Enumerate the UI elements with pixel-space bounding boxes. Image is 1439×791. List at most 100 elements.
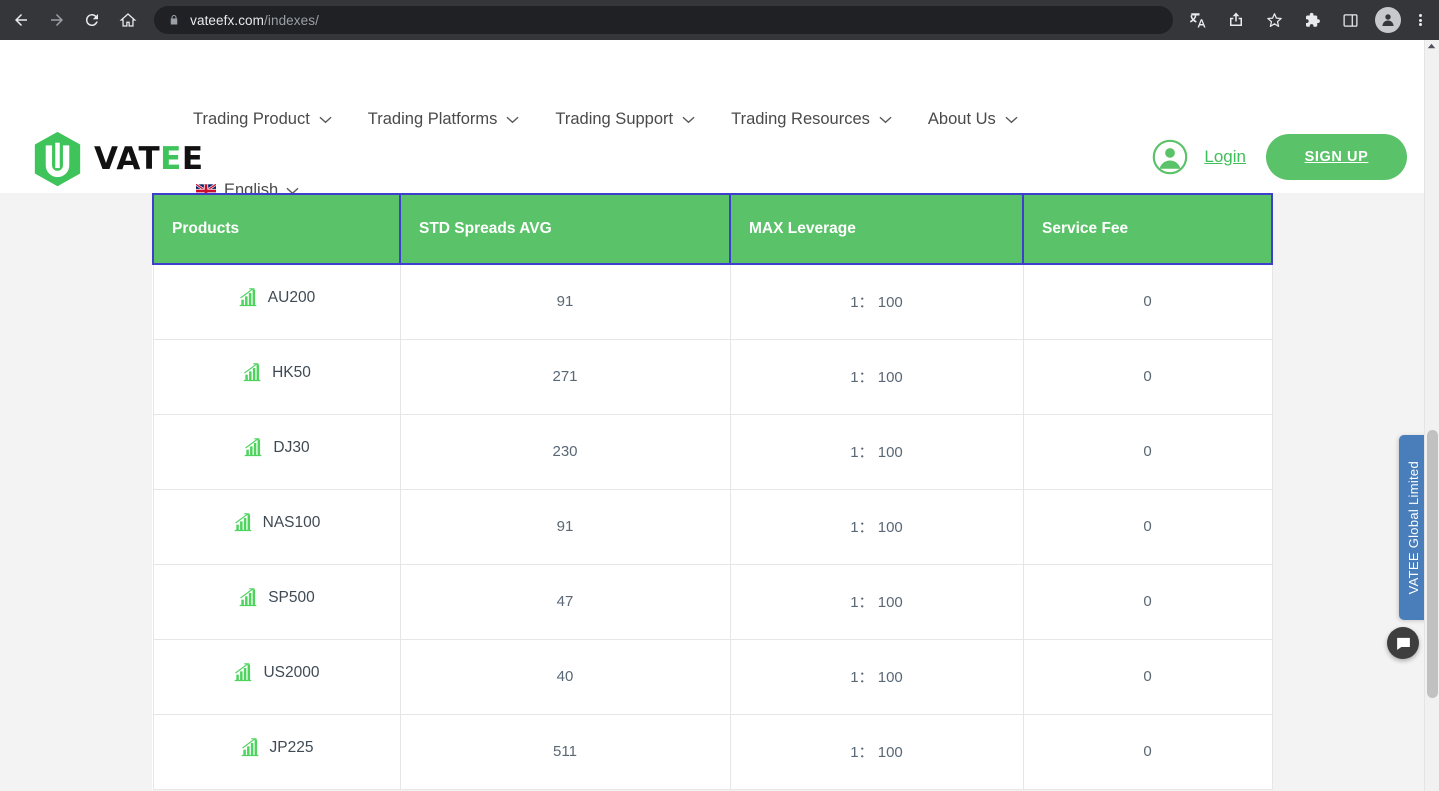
product-name: NAS100 bbox=[262, 513, 321, 531]
forward-button[interactable] bbox=[43, 5, 72, 35]
reload-icon bbox=[86, 14, 99, 27]
product-name: AU200 bbox=[267, 288, 316, 306]
cell-std-spread: 230 bbox=[399, 413, 731, 490]
product-label-wrap: JP225 bbox=[240, 737, 313, 758]
cell-service-fee: 0 bbox=[1022, 488, 1273, 565]
cell-service-fee: 0 bbox=[1022, 338, 1273, 415]
bar-chart-icon bbox=[241, 737, 258, 756]
product-label-wrap: HK50 bbox=[242, 362, 311, 383]
home-button[interactable] bbox=[114, 5, 143, 35]
cell-std-spread: 91 bbox=[399, 263, 731, 340]
table-row: NAS100 91 1： 100 0 bbox=[152, 488, 1273, 565]
address-bar[interactable]: vateefx.com/indexes/ bbox=[154, 6, 1174, 34]
signup-button[interactable]: SIGN UP bbox=[1266, 134, 1407, 180]
table-row: JP225 511 1： 100 0 bbox=[152, 713, 1273, 790]
page-scrollbar-thumb[interactable] bbox=[1427, 430, 1438, 698]
product-name: US2000 bbox=[263, 663, 320, 681]
cell-product: DJ30 bbox=[152, 413, 401, 490]
nav-item-about-us[interactable]: About Us bbox=[928, 110, 1018, 129]
bar-chart-icon bbox=[234, 512, 251, 531]
reload-button[interactable] bbox=[78, 5, 107, 35]
cell-max-leverage: 1： 100 bbox=[729, 338, 1024, 415]
side-panel-icon bbox=[1343, 13, 1358, 27]
bar-chart-icon bbox=[239, 288, 257, 306]
back-arrow-icon bbox=[15, 14, 28, 26]
nav-label: Trading Platforms bbox=[367, 110, 498, 128]
extensions-button[interactable] bbox=[1298, 6, 1326, 34]
column-header-max-leverage: MAX Leverage bbox=[729, 193, 1024, 265]
chat-widget-button[interactable] bbox=[1387, 627, 1419, 659]
table-row: DJ30 230 1： 100 0 bbox=[152, 413, 1273, 490]
cell-service-fee: 0 bbox=[1022, 263, 1273, 340]
bookmark-button[interactable] bbox=[1260, 6, 1288, 34]
indexes-spread-table: Products STD Spreads AVG MAX Leverage Se… bbox=[152, 193, 1273, 790]
company-side-tab[interactable]: VATEE Global Limited bbox=[1399, 435, 1427, 620]
profile-button[interactable] bbox=[1375, 7, 1402, 33]
extensions-puzzle-icon bbox=[1306, 12, 1320, 27]
table-row: HK50 271 1： 100 0 bbox=[152, 338, 1273, 415]
cell-std-spread: 511 bbox=[399, 713, 731, 790]
cell-std-spread: 91 bbox=[399, 488, 731, 565]
cell-max-leverage: 1： 100 bbox=[729, 413, 1024, 490]
vatee-hexagon-logo-icon bbox=[34, 131, 81, 187]
translate-icon bbox=[1189, 13, 1206, 28]
table-row: AU200 91 1： 100 0 bbox=[152, 263, 1273, 340]
nav-label: About Us bbox=[927, 110, 996, 128]
back-button[interactable] bbox=[7, 5, 36, 35]
share-icon bbox=[1230, 12, 1243, 26]
table-row: SP500 47 1： 100 0 bbox=[152, 563, 1273, 640]
table-row: US2000 40 1： 100 0 bbox=[152, 638, 1273, 715]
three-dot-menu-icon bbox=[1418, 13, 1422, 28]
nav-item-trading-platforms[interactable]: Trading Platforms bbox=[368, 110, 520, 129]
chevron-down-icon bbox=[682, 116, 695, 123]
chevron-down-icon bbox=[319, 116, 332, 123]
cell-std-spread: 40 bbox=[399, 638, 731, 715]
nav-item-trading-support[interactable]: Trading Support bbox=[555, 110, 695, 129]
column-header-service-fee: Service Fee bbox=[1022, 193, 1273, 265]
chrome-menu-button[interactable] bbox=[1407, 13, 1433, 28]
profile-avatar-icon bbox=[1382, 14, 1394, 26]
site-logo[interactable]: VATEE bbox=[30, 130, 204, 188]
nav-label: Trading Product bbox=[193, 110, 310, 128]
translate-button[interactable] bbox=[1184, 6, 1212, 34]
side-panel-button[interactable] bbox=[1336, 6, 1364, 34]
chevron-down-icon bbox=[1005, 116, 1018, 123]
nav-item-trading-product[interactable]: Trading Product bbox=[193, 110, 332, 129]
nav-item-trading-resources[interactable]: Trading Resources bbox=[731, 110, 892, 129]
url-text: vateefx.com/indexes/ bbox=[190, 13, 319, 28]
cell-product: SP500 bbox=[152, 563, 401, 640]
cell-max-leverage: 1： 100 bbox=[729, 263, 1024, 340]
cell-service-fee: 0 bbox=[1022, 413, 1273, 490]
product-label-wrap: AU200 bbox=[238, 288, 315, 308]
column-header-products: Products bbox=[152, 193, 401, 265]
table-body: AU200 91 1： 100 0 HK50 271 1： 100 0 DJ30… bbox=[152, 263, 1273, 790]
table-header-row: Products STD Spreads AVG MAX Leverage Se… bbox=[152, 193, 1273, 265]
user-account-icon[interactable] bbox=[1152, 139, 1188, 175]
cell-max-leverage: 1： 100 bbox=[729, 488, 1024, 565]
product-label-wrap: NAS100 bbox=[233, 512, 321, 533]
product-label-wrap: DJ30 bbox=[243, 437, 310, 458]
product-label-wrap: SP500 bbox=[238, 587, 315, 608]
column-header-std-spreads-avg: STD Spreads AVG bbox=[399, 193, 731, 265]
page-viewport: VATEE Trading Product Trading Platforms … bbox=[0, 40, 1439, 791]
scroll-up-arrow-icon[interactable] bbox=[1427, 43, 1436, 49]
cell-product: HK50 bbox=[152, 338, 401, 415]
logo-euro-glyph: E bbox=[160, 141, 182, 177]
page-scrollbar-track[interactable] bbox=[1424, 40, 1439, 791]
table-header: Products STD Spreads AVG MAX Leverage Se… bbox=[152, 193, 1273, 265]
chevron-down-icon bbox=[879, 116, 892, 123]
cell-service-fee: 0 bbox=[1022, 638, 1273, 715]
home-icon bbox=[119, 13, 137, 27]
browser-chrome: vateefx.com/indexes/ bbox=[0, 0, 1439, 40]
share-button[interactable] bbox=[1222, 6, 1250, 34]
bar-chart-icon bbox=[245, 437, 262, 456]
bar-chart-icon bbox=[239, 587, 257, 606]
cell-service-fee: 0 bbox=[1022, 563, 1273, 640]
cell-product: JP225 bbox=[152, 713, 401, 790]
cell-std-spread: 47 bbox=[399, 563, 731, 640]
browser-toolbar bbox=[1179, 6, 1439, 34]
bookmark-star-icon bbox=[1266, 12, 1282, 27]
login-link[interactable]: Login bbox=[1204, 147, 1246, 167]
site-header: VATEE Trading Product Trading Platforms … bbox=[0, 40, 1427, 199]
side-tab-label: VATEE Global Limited bbox=[1405, 460, 1421, 595]
